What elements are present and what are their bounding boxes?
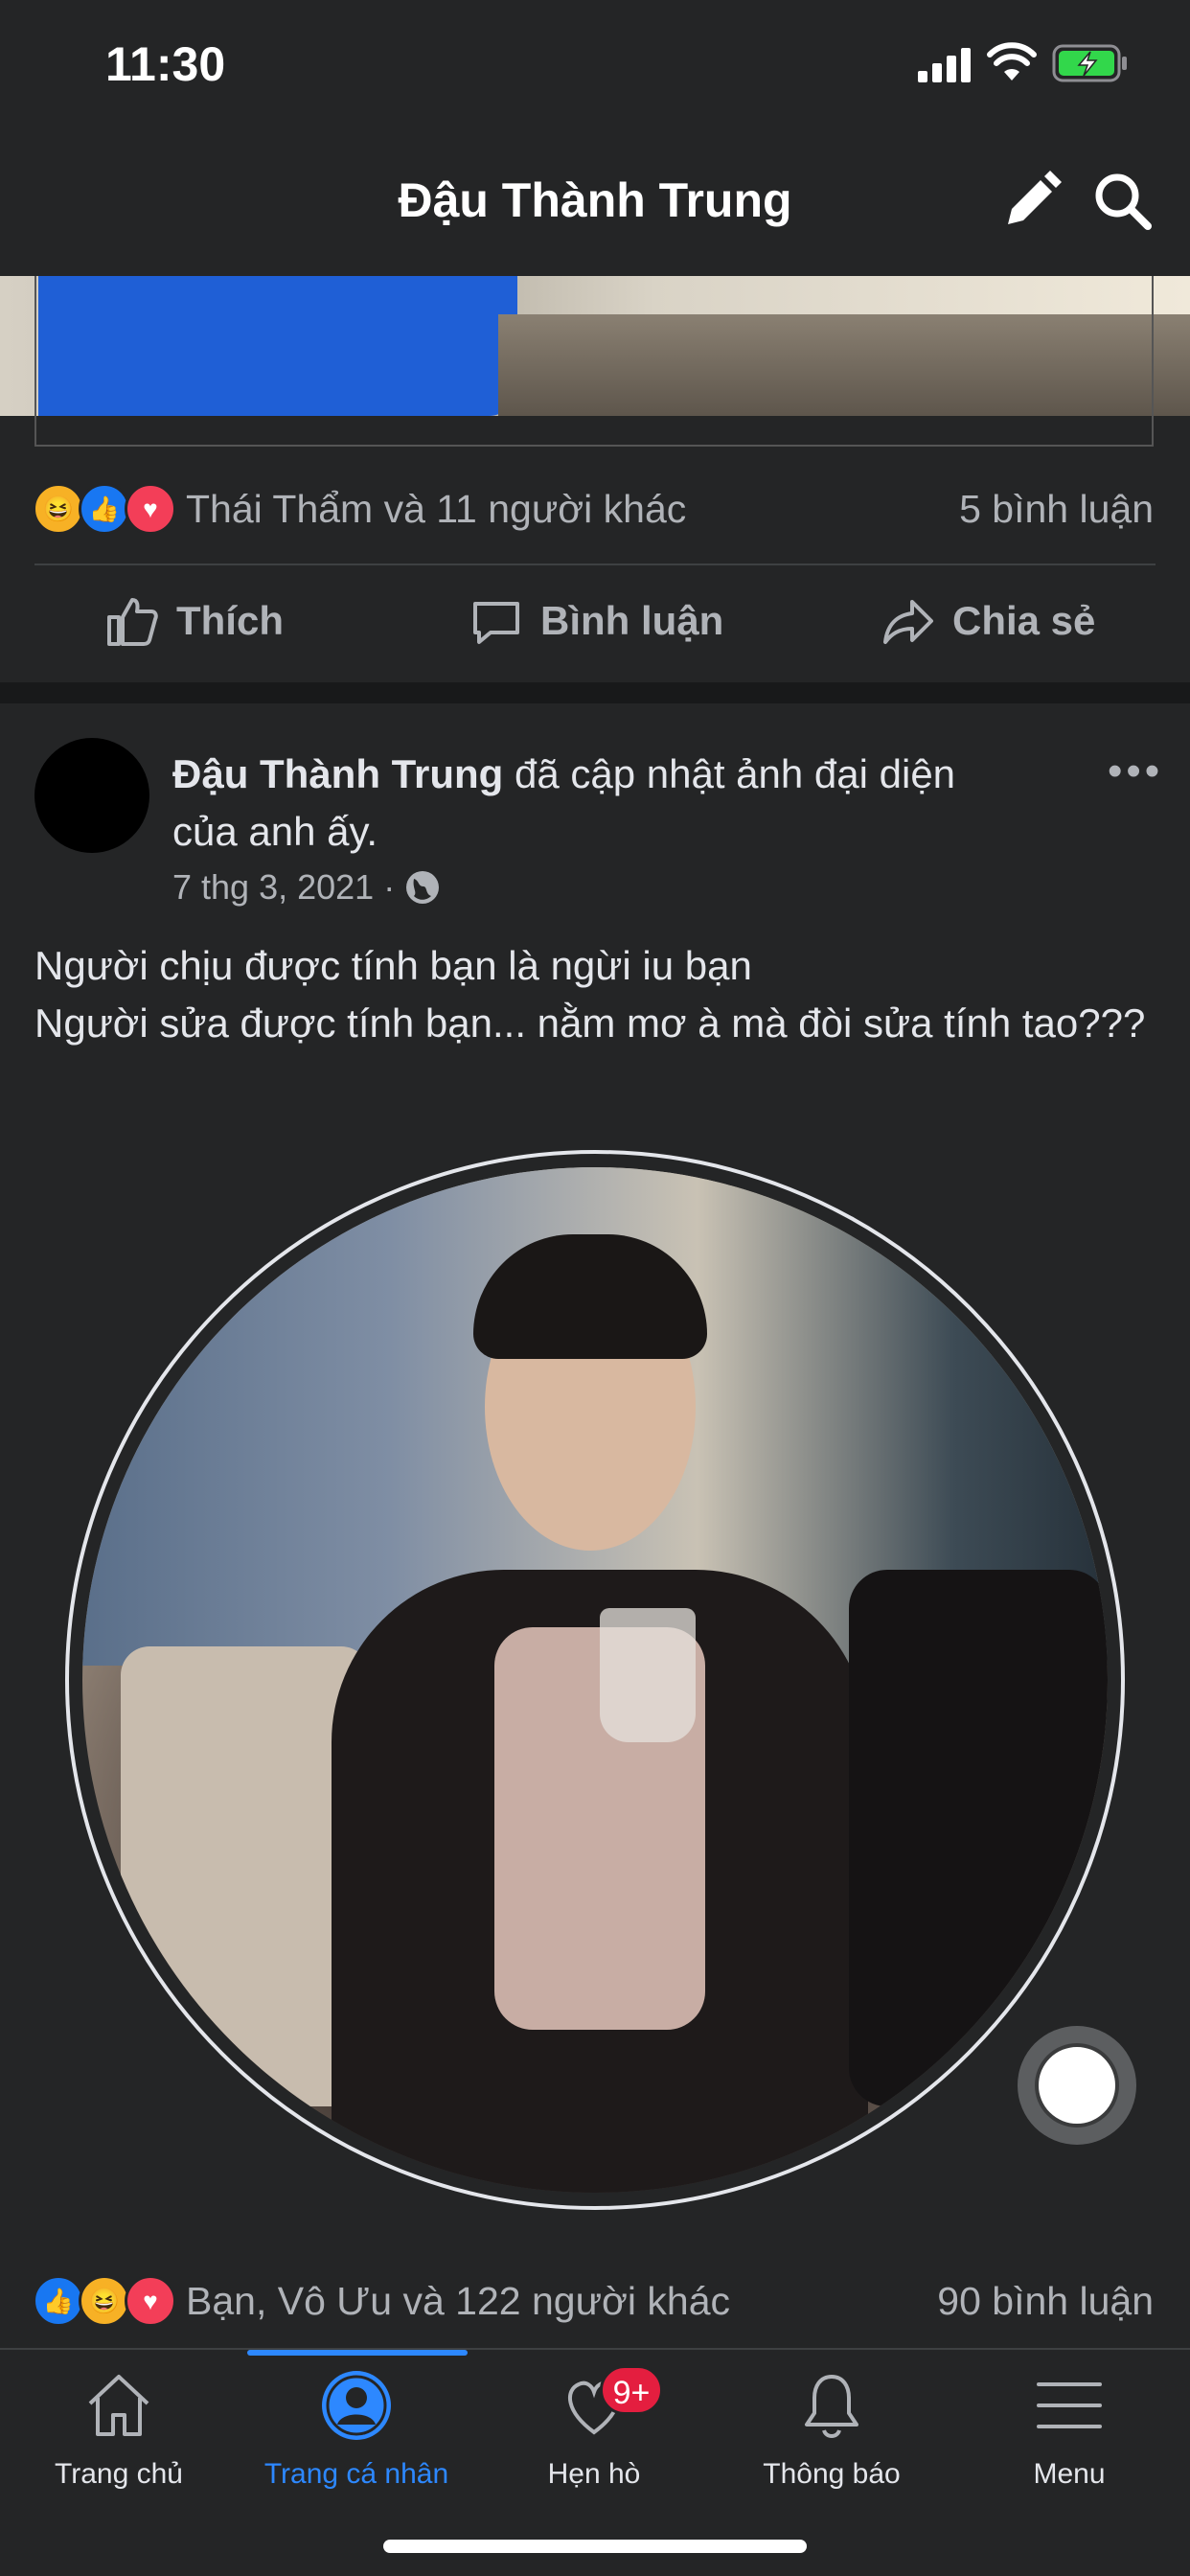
active-tab-indicator bbox=[247, 2350, 468, 2356]
comments-count[interactable]: 5 bình luận bbox=[959, 487, 1154, 532]
bell-icon bbox=[805, 2375, 858, 2438]
comment-button[interactable]: Bình luận bbox=[469, 594, 723, 648]
like-reaction-icon: 👍 bbox=[79, 483, 130, 535]
battery-charging-icon bbox=[1052, 44, 1127, 82]
comment-label: Bình luận bbox=[540, 598, 724, 643]
like-label: Thích bbox=[176, 598, 284, 643]
photo-frame bbox=[34, 276, 1154, 447]
post-text-line: Người sửa được tính bạn... nằm mơ à mà đ… bbox=[34, 1000, 1146, 1046]
tab-profile[interactable]: Trang cá nhân bbox=[238, 2367, 475, 2491]
menu-icon bbox=[1037, 2382, 1102, 2428]
author-name[interactable]: Đậu Thành Trung bbox=[172, 751, 503, 796]
share-arrow-icon bbox=[883, 600, 933, 644]
avatar[interactable] bbox=[34, 738, 149, 853]
wifi-icon bbox=[987, 42, 1037, 80]
more-options-icon[interactable]: ••• bbox=[1108, 748, 1163, 795]
tab-notifications[interactable]: Thông báo bbox=[713, 2367, 950, 2491]
share-button[interactable]: Chia sẻ bbox=[881, 594, 1095, 648]
home-indicator[interactable] bbox=[383, 2540, 807, 2553]
pencil-icon[interactable] bbox=[1000, 171, 1062, 232]
notification-badge: 9+ bbox=[600, 2365, 663, 2415]
divider bbox=[34, 564, 1156, 565]
tab-label: Hẹn hò bbox=[547, 2458, 641, 2490]
post-meta: 7 thg 3, 2021 · bbox=[172, 867, 441, 908]
photo-cup bbox=[600, 1608, 696, 1742]
post-text-line: Người chịu được tính bạn là ngừi iu bạn bbox=[34, 943, 752, 988]
reactions-summary[interactable]: Thái Thẩm và 11 người khác bbox=[186, 487, 686, 532]
tab-menu[interactable]: Menu bbox=[950, 2367, 1188, 2491]
post-headline: Đậu Thành Trung đã cập nhật ảnh đại diện… bbox=[172, 746, 1016, 861]
meta-separator: · bbox=[383, 867, 396, 907]
floating-action-button-inner bbox=[1035, 2043, 1119, 2128]
love-reaction-icon: ♥ bbox=[125, 2275, 176, 2327]
tab-label: Trang cá nhân bbox=[263, 2458, 449, 2490]
status-time: 11:30 bbox=[105, 37, 226, 91]
tab-label: Menu bbox=[1033, 2458, 1106, 2490]
globe-icon bbox=[406, 871, 440, 904]
profile-picture[interactable] bbox=[82, 1167, 1108, 2193]
like-reaction-icon: 👍 bbox=[33, 2275, 84, 2327]
tab-home[interactable]: Trang chủ bbox=[0, 2367, 238, 2491]
tab-label: Trang chủ bbox=[55, 2458, 183, 2490]
search-icon[interactable] bbox=[1092, 171, 1154, 232]
cellular-signal-icon bbox=[918, 48, 971, 82]
home-icon bbox=[88, 2375, 149, 2436]
haha-reaction-icon: 😆 bbox=[33, 483, 84, 535]
thumbs-up-icon bbox=[107, 598, 158, 646]
haha-reaction-icon: 😆 bbox=[79, 2275, 130, 2327]
profile-icon bbox=[322, 2371, 391, 2440]
like-button[interactable]: Thích bbox=[105, 594, 284, 648]
post-date[interactable]: 7 thg 3, 2021 bbox=[172, 867, 374, 908]
love-reaction-icon: ♥ bbox=[125, 483, 176, 535]
share-label: Chia sẻ bbox=[952, 598, 1096, 643]
tab-dating[interactable]: Hẹn hò bbox=[475, 2367, 713, 2491]
reactions-summary[interactable]: Bạn, Vô Ưu và 122 người khác bbox=[186, 2279, 730, 2324]
post-separator bbox=[0, 682, 1190, 703]
tab-label: Thông báo bbox=[763, 2458, 901, 2490]
comment-bubble-icon bbox=[473, 602, 519, 644]
comments-count[interactable]: 90 bình luận bbox=[937, 2279, 1154, 2324]
post-text: Người chịu được tính bạn là ngừi iu bạn … bbox=[34, 937, 1156, 1052]
